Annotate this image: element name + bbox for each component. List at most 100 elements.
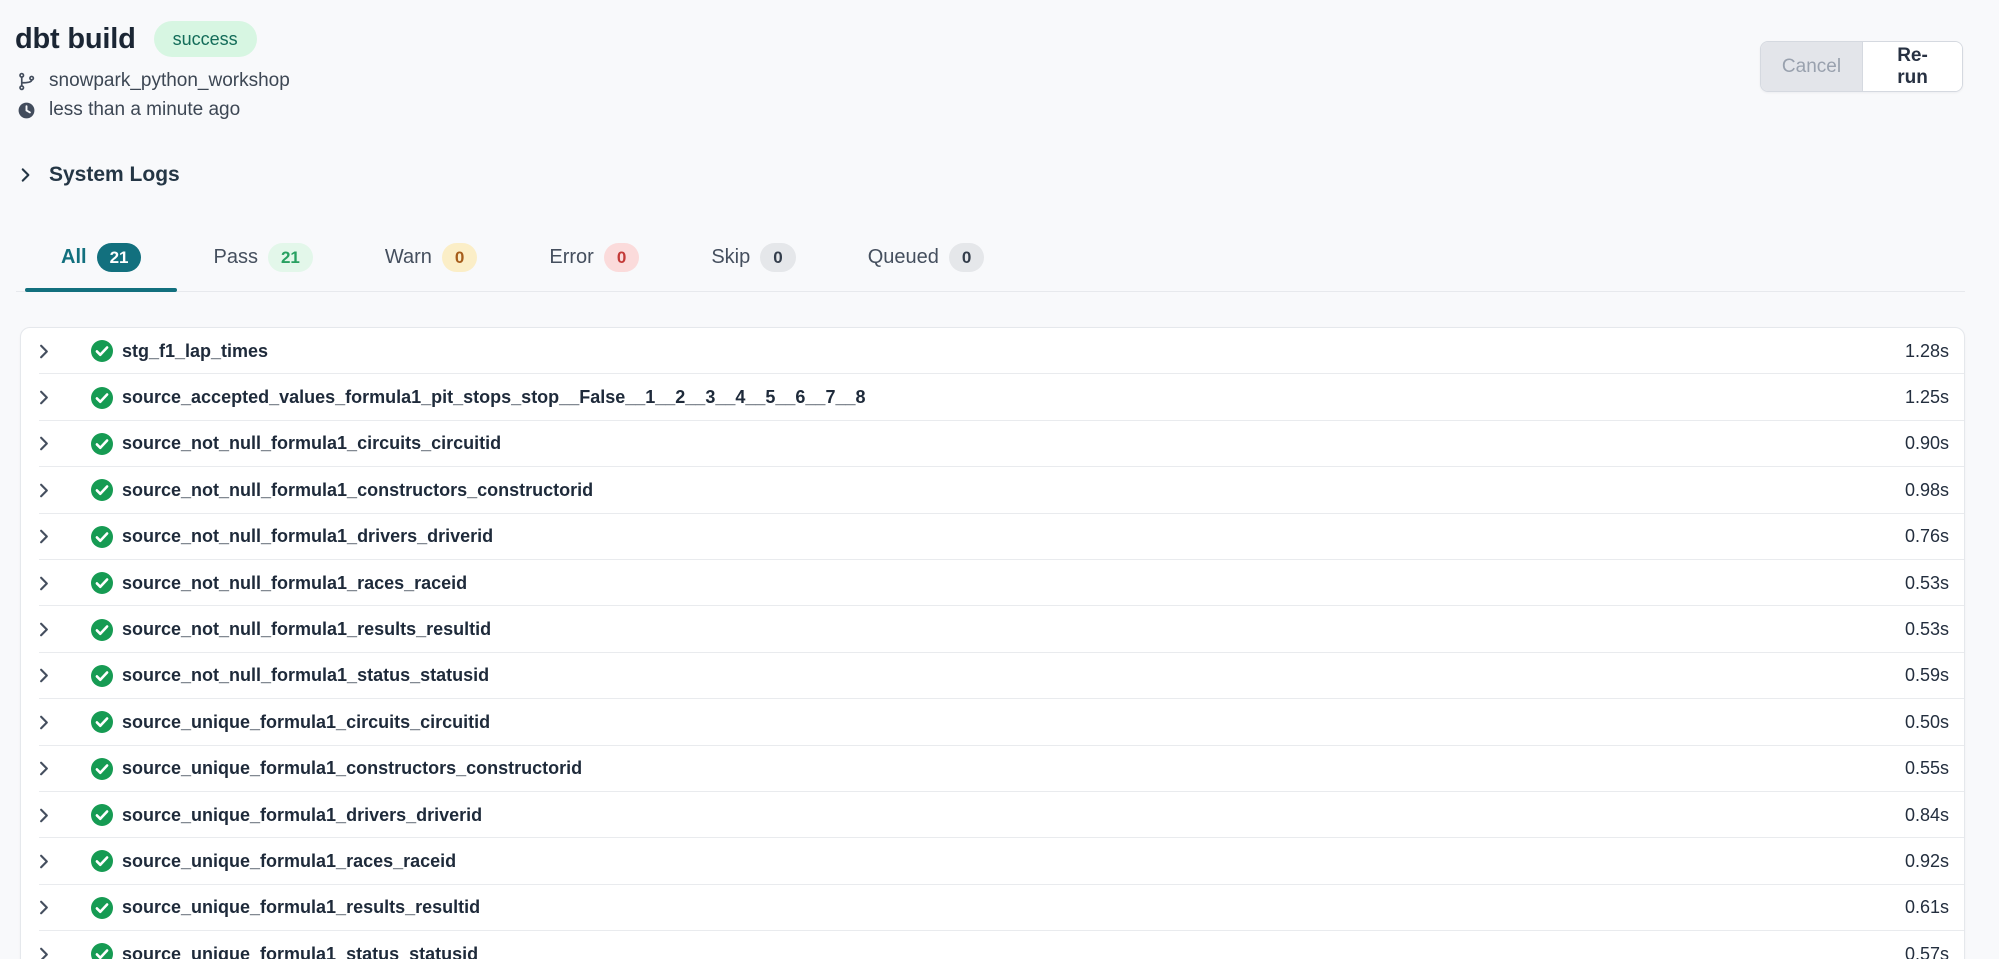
expand-row-chevron-icon[interactable] bbox=[33, 342, 53, 361]
result-name: source_unique_formula1_constructors_cons… bbox=[122, 758, 582, 779]
tab-count-badge: 21 bbox=[268, 243, 313, 272]
result-row[interactable]: source_not_null_formula1_races_raceid 0.… bbox=[21, 560, 1964, 606]
chevron-right-icon bbox=[16, 166, 34, 184]
pass-check-icon bbox=[90, 849, 114, 873]
status-filter-tabs: All 21 Pass 21 Warn 0 Error 0 Skip 0 Que… bbox=[16, 241, 1965, 292]
git-branch-icon bbox=[17, 72, 36, 91]
status-badge: success bbox=[154, 21, 257, 57]
tab-pass[interactable]: Pass 21 bbox=[177, 241, 348, 291]
pass-check-icon bbox=[90, 339, 114, 363]
pass-check-icon bbox=[90, 896, 114, 920]
result-row[interactable]: source_accepted_values_formula1_pit_stop… bbox=[21, 374, 1964, 420]
result-duration: 0.84s bbox=[1905, 805, 1949, 826]
result-name: source_unique_formula1_status_statusid bbox=[122, 944, 478, 959]
result-name: source_unique_formula1_circuits_circuiti… bbox=[122, 712, 490, 733]
pass-check-icon bbox=[90, 478, 114, 502]
expand-row-chevron-icon[interactable] bbox=[33, 574, 53, 593]
cancel-button[interactable]: Cancel bbox=[1761, 42, 1862, 91]
result-duration: 0.59s bbox=[1905, 665, 1949, 686]
pass-check-icon bbox=[90, 664, 114, 688]
result-duration: 0.55s bbox=[1905, 758, 1949, 779]
tab-all[interactable]: All 21 bbox=[25, 241, 177, 291]
expand-row-chevron-icon[interactable] bbox=[33, 806, 53, 825]
expand-row-chevron-icon[interactable] bbox=[33, 852, 53, 871]
result-row[interactable]: source_unique_formula1_constructors_cons… bbox=[21, 746, 1964, 792]
tab-count-badge: 0 bbox=[442, 243, 477, 272]
result-name: source_unique_formula1_results_resultid bbox=[122, 897, 480, 918]
result-row[interactable]: stg_f1_lap_times 1.28s bbox=[21, 328, 1964, 374]
result-name: stg_f1_lap_times bbox=[122, 341, 268, 362]
expand-row-chevron-icon[interactable] bbox=[33, 620, 53, 639]
pass-check-icon bbox=[90, 571, 114, 595]
system-logs-label: System Logs bbox=[49, 163, 180, 187]
result-row[interactable]: source_not_null_formula1_constructors_co… bbox=[21, 467, 1964, 513]
result-duration: 0.61s bbox=[1905, 897, 1949, 918]
tab-label: Pass bbox=[213, 246, 257, 269]
clock-icon bbox=[17, 101, 36, 120]
result-duration: 0.92s bbox=[1905, 851, 1949, 872]
tab-warn[interactable]: Warn 0 bbox=[349, 241, 514, 291]
tab-label: Skip bbox=[711, 246, 750, 269]
expand-row-chevron-icon[interactable] bbox=[33, 481, 53, 500]
branch-row: snowpark_python_workshop bbox=[17, 68, 1999, 94]
expand-row-chevron-icon[interactable] bbox=[33, 713, 53, 732]
result-row[interactable]: source_not_null_formula1_drivers_driveri… bbox=[21, 514, 1964, 560]
run-time-ago: less than a minute ago bbox=[49, 99, 240, 121]
result-duration: 0.50s bbox=[1905, 712, 1949, 733]
pass-check-icon bbox=[90, 525, 114, 549]
run-header: dbt build success bbox=[15, 21, 1999, 57]
result-row[interactable]: source_not_null_formula1_status_statusid… bbox=[21, 653, 1964, 699]
tab-count-badge: 0 bbox=[760, 243, 795, 272]
pass-check-icon bbox=[90, 710, 114, 734]
result-row[interactable]: source_unique_formula1_circuits_circuiti… bbox=[21, 699, 1964, 745]
result-duration: 0.98s bbox=[1905, 480, 1949, 501]
expand-row-chevron-icon[interactable] bbox=[33, 527, 53, 546]
expand-row-chevron-icon[interactable] bbox=[33, 434, 53, 453]
result-row[interactable]: source_unique_formula1_results_resultid … bbox=[21, 885, 1964, 931]
result-row[interactable]: source_unique_formula1_races_raceid 0.92… bbox=[21, 838, 1964, 884]
system-logs-toggle[interactable]: System Logs bbox=[16, 163, 180, 187]
tab-count-badge: 21 bbox=[97, 243, 142, 272]
result-duration: 0.53s bbox=[1905, 619, 1949, 640]
rerun-button[interactable]: Re-run bbox=[1862, 42, 1962, 91]
expand-row-chevron-icon[interactable] bbox=[33, 666, 53, 685]
pass-check-icon bbox=[90, 432, 114, 456]
result-duration: 0.53s bbox=[1905, 573, 1949, 594]
result-duration: 0.57s bbox=[1905, 944, 1949, 959]
result-row[interactable]: source_unique_formula1_status_statusid 0… bbox=[21, 931, 1964, 959]
result-name: source_accepted_values_formula1_pit_stop… bbox=[122, 387, 865, 408]
tab-skip[interactable]: Skip 0 bbox=[675, 241, 831, 291]
tab-label: Queued bbox=[868, 246, 939, 269]
expand-row-chevron-icon[interactable] bbox=[33, 388, 53, 407]
result-name: source_not_null_formula1_drivers_driveri… bbox=[122, 526, 493, 547]
result-name: source_not_null_formula1_races_raceid bbox=[122, 573, 467, 594]
result-name: source_not_null_formula1_status_statusid bbox=[122, 665, 489, 686]
expand-row-chevron-icon[interactable] bbox=[33, 945, 53, 959]
result-duration: 1.25s bbox=[1905, 387, 1949, 408]
results-list: stg_f1_lap_times 1.28s source_accepted_v… bbox=[20, 327, 1965, 959]
expand-row-chevron-icon[interactable] bbox=[33, 898, 53, 917]
tab-label: All bbox=[61, 246, 87, 269]
result-name: source_unique_formula1_drivers_driverid bbox=[122, 805, 482, 826]
result-name: source_unique_formula1_races_raceid bbox=[122, 851, 456, 872]
tab-queued[interactable]: Queued 0 bbox=[832, 241, 1021, 291]
pass-check-icon bbox=[90, 757, 114, 781]
run-actions: Cancel Re-run bbox=[1760, 41, 1963, 92]
pass-check-icon bbox=[90, 618, 114, 642]
result-row[interactable]: source_unique_formula1_drivers_driverid … bbox=[21, 792, 1964, 838]
result-duration: 0.76s bbox=[1905, 526, 1949, 547]
page-title: dbt build bbox=[15, 23, 136, 56]
tab-label: Error bbox=[549, 246, 593, 269]
result-row[interactable]: source_not_null_formula1_circuits_circui… bbox=[21, 421, 1964, 467]
pass-check-icon bbox=[90, 942, 114, 959]
result-name: source_not_null_formula1_results_resulti… bbox=[122, 619, 491, 640]
tab-count-badge: 0 bbox=[604, 243, 639, 272]
expand-row-chevron-icon[interactable] bbox=[33, 759, 53, 778]
tab-error[interactable]: Error 0 bbox=[513, 241, 675, 291]
result-duration: 1.28s bbox=[1905, 341, 1949, 362]
result-name: source_not_null_formula1_circuits_circui… bbox=[122, 433, 501, 454]
pass-check-icon bbox=[90, 803, 114, 827]
result-duration: 0.90s bbox=[1905, 433, 1949, 454]
tab-label: Warn bbox=[385, 246, 432, 269]
result-row[interactable]: source_not_null_formula1_results_resulti… bbox=[21, 606, 1964, 652]
